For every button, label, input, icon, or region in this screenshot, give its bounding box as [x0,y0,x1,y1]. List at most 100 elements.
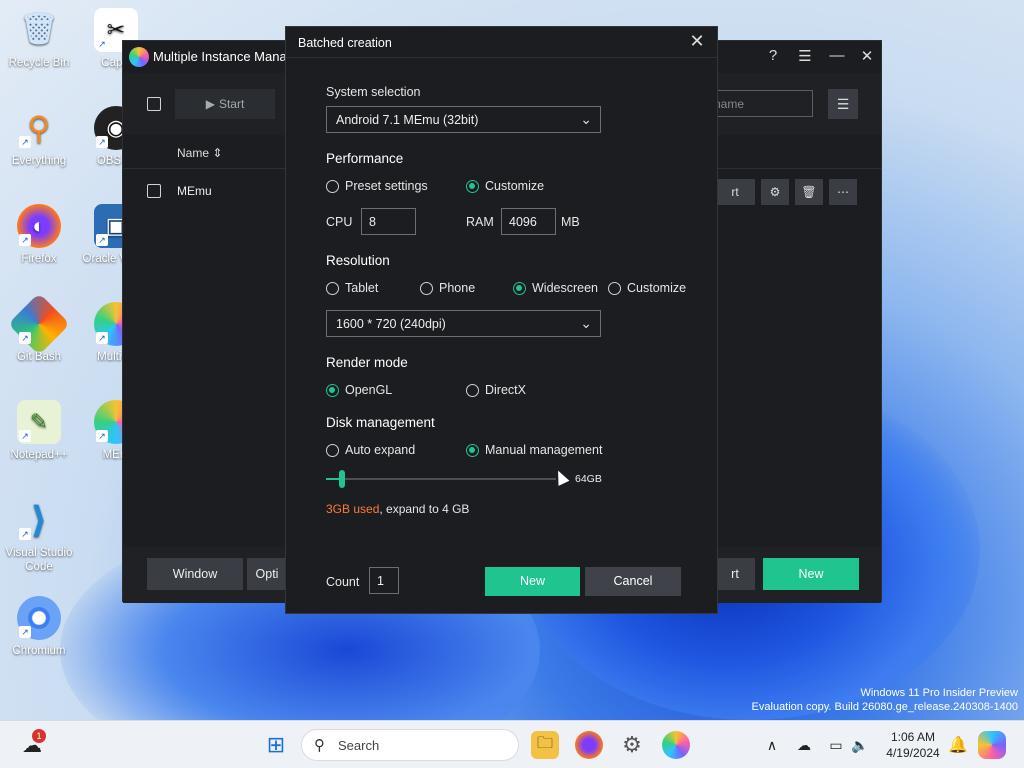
close-icon[interactable]: ✕ [857,47,877,65]
desktop-icon-firefox[interactable]: ◐ ↗ Firefox [1,204,77,266]
radio-phone[interactable]: Phone [420,281,475,295]
window-button[interactable]: Window [147,558,243,590]
recycle-bin-icon: 🗑 [19,13,59,46]
radio-widescreen[interactable]: Widescreen [513,281,598,295]
radio-selected-icon [466,443,479,457]
dialog-titlebar: Batched creation ✕ [286,27,717,58]
radio-icon [326,281,339,295]
windows-start-icon[interactable]: ⊞ [262,731,290,759]
notification-bell-icon[interactable]: 🔔 [944,731,972,759]
resolution-dropdown[interactable]: 1600 * 720 (240dpi) ⌄ [326,310,601,337]
close-icon[interactable]: ✕ [687,31,707,52]
shortcut-arrow-icon: ↗ [19,234,31,246]
row-start-button[interactable]: rt [715,179,755,205]
system-selection-dropdown[interactable]: Android 7.1 MEmu (32bit) ⌄ [326,106,601,133]
radio-icon [608,281,621,295]
file-explorer-icon[interactable]: 🗀 [531,731,559,759]
radio-icon [326,443,339,457]
firefox-icon[interactable] [575,731,603,759]
chevron-down-icon: ⌄ [580,315,592,331]
sort-icon: ⇕ [212,146,223,160]
clock[interactable]: 1:06 AM 4/19/2024 [884,729,942,761]
shortcut-arrow-icon: ↗ [96,136,108,148]
shortcut-arrow-icon: ↗ [19,528,31,540]
system-selection-label: System selection [326,85,421,99]
volume-icon[interactable]: 🔈 [846,731,874,759]
count-label: Count [326,575,360,589]
cancel-button[interactable]: Cancel [585,567,681,596]
multi-memu-icon[interactable] [662,731,690,759]
copilot-icon[interactable] [978,731,1006,759]
count-input[interactable]: 1 [369,567,399,594]
cpu-input[interactable]: 8 [361,208,416,235]
shortcut-arrow-icon: ↗ [19,136,31,148]
help-icon[interactable]: ? [763,47,783,64]
radio-performance-customize[interactable]: Customize [466,179,544,193]
radio-auto-expand[interactable]: Auto expand [326,443,415,457]
radio-tablet[interactable]: Tablet [326,281,378,295]
start-button[interactable]: ▶ Start [175,89,275,119]
taskbar-search-box[interactable]: ⚲ Search [301,729,519,761]
render-mode-heading: Render mode [326,355,408,370]
ram-label: RAM [466,215,494,229]
ram-unit-label: MB [561,215,580,229]
desktop-icon-notepadpp[interactable]: ✎ ↗ Notepad++ [1,400,77,462]
window-title: Multiple Instance Manag [153,49,294,64]
radio-resolution-customize[interactable]: Customize [608,281,686,295]
play-icon: ▶ [205,97,215,111]
disk-size-slider[interactable] [326,470,556,488]
desktop-icon-everything[interactable]: ⚲ ↗ Everything [1,106,77,168]
delete-trash-icon[interactable]: 🗑 [795,179,823,205]
app-logo-icon [129,47,149,67]
performance-heading: Performance [326,151,404,166]
radio-directx[interactable]: DirectX [466,383,526,397]
menu-icon[interactable]: ☰ [795,47,815,65]
chevron-up-icon[interactable]: ∧ [758,731,786,759]
radio-selected-icon [466,179,479,193]
column-header-name[interactable]: Name ⇕ [177,146,222,160]
disk-usage-note: 3GB used, expand to 4 GB [326,502,469,516]
new-button[interactable]: New [485,567,580,596]
ram-input[interactable]: 4096 [501,208,556,235]
shortcut-arrow-icon: ↗ [96,234,108,246]
desktop-icon-vscode[interactable]: ⟩ ↗ Visual Studio Code [1,498,77,574]
row-checkbox[interactable] [147,184,161,198]
list-view-icon[interactable]: ☰ [828,89,858,119]
batched-creation-dialog: Batched creation ✕ System selection Andr… [285,26,718,614]
desktop-icon-recycle-bin[interactable]: 🗑 Recycle Bin [1,8,77,70]
desktop-icon-git-bash[interactable]: ↗ Git Bash [1,292,77,364]
settings-gear-icon[interactable]: ⚙ [761,179,789,205]
options-button[interactable]: Opti [247,558,287,590]
git-bash-icon [7,292,71,356]
resolution-heading: Resolution [326,253,390,268]
desktop-icon-chromium[interactable]: ↗ Chromium [1,596,77,658]
settings-gear-icon[interactable]: ⚙ [618,731,646,759]
windows-watermark: Windows 11 Pro Insider Preview Evaluatio… [751,687,1018,713]
shortcut-arrow-icon: ↗ [19,626,31,638]
shortcut-arrow-icon: ↗ [96,332,108,344]
radio-icon [326,179,339,193]
radio-opengl[interactable]: OpenGL [326,383,392,397]
dialog-title: Batched creation [298,36,392,50]
more-options-icon[interactable]: ⋯ [829,179,857,205]
shortcut-arrow-icon: ↗ [19,430,31,442]
radio-manual-management[interactable]: Manual management [466,443,602,457]
notification-badge: 1 [32,729,46,743]
cpu-label: CPU [326,215,353,229]
radio-selected-icon [326,383,339,397]
chevron-down-icon: ⌄ [580,111,592,127]
minimize-icon[interactable]: — [827,47,847,64]
radio-preset-settings[interactable]: Preset settings [326,179,428,193]
slider-max-label: 64GB [575,473,602,485]
slider-handle[interactable] [339,470,345,488]
select-all-checkbox[interactable] [147,97,161,111]
onedrive-offline-icon[interactable]: ☁ [790,731,818,759]
radio-selected-icon [513,281,526,295]
new-instance-button[interactable]: New [763,558,859,590]
shortcut-arrow-icon: ↗ [19,332,31,344]
taskbar: ☁ 1 ⊞ ⚲ Search 🗀 ⚙ ∧ ☁ ▭ 🔈 1:06 AM 4/19/… [0,720,1024,768]
disk-used-text: 3GB used [326,502,380,516]
search-icon: ⚲ [314,737,325,754]
bottom-start-button[interactable]: rt [715,558,755,590]
shortcut-arrow-icon: ↗ [96,38,108,50]
